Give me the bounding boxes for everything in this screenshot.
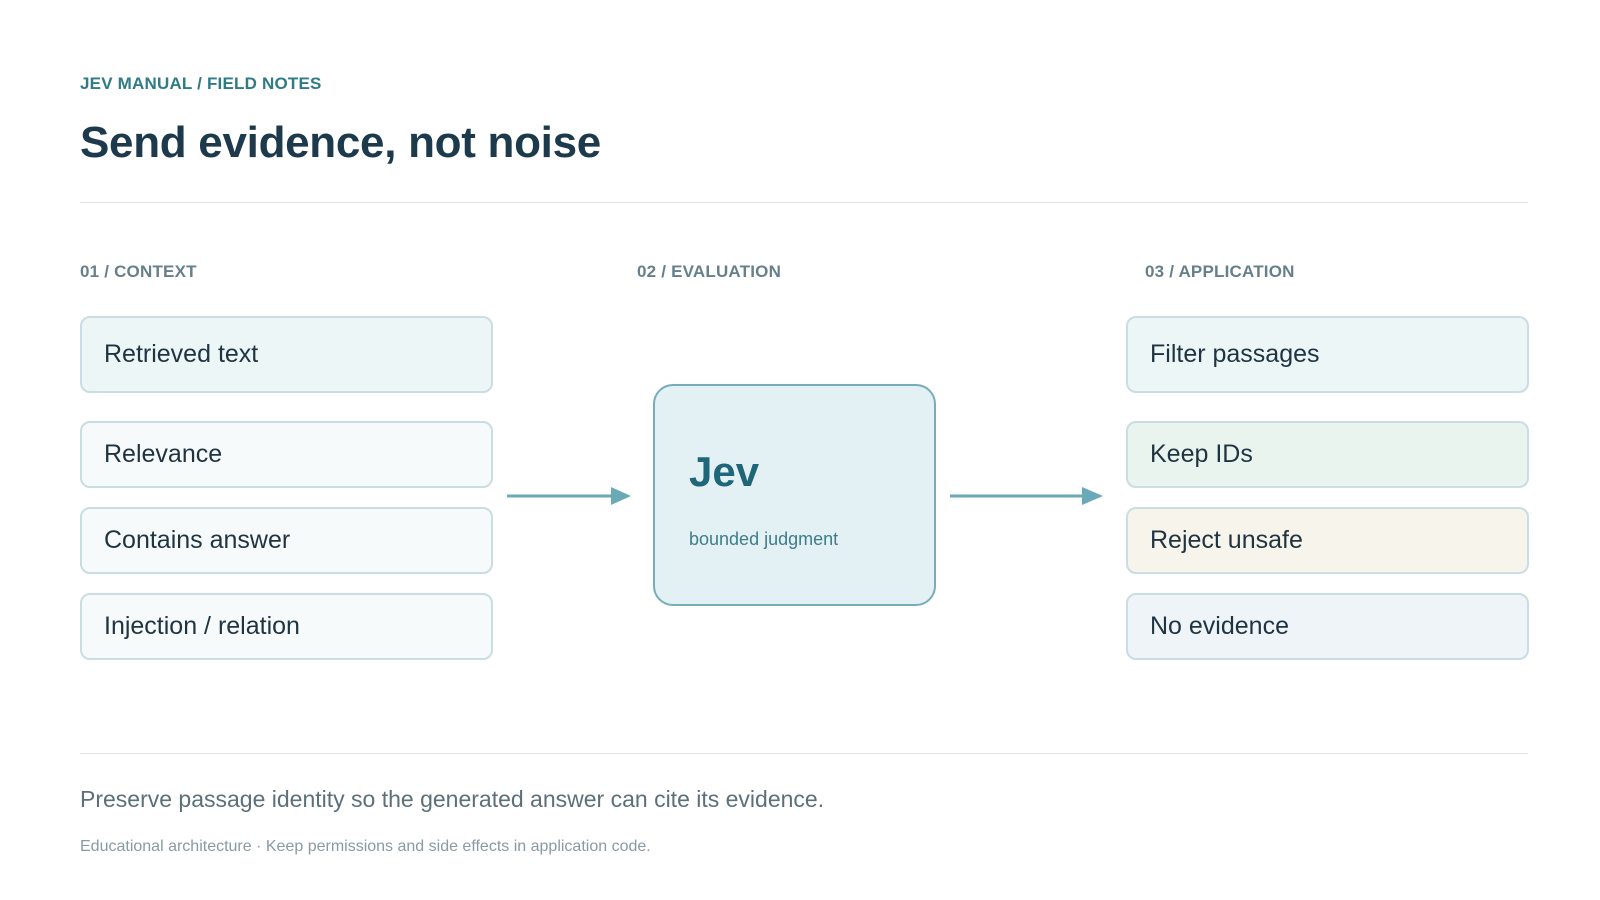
section-label-context: 01 / CONTEXT <box>80 262 197 281</box>
application-box-no-evidence: No evidence <box>1126 593 1529 660</box>
context-box-label: Injection / relation <box>104 612 300 640</box>
context-box-injection-relation: Injection / relation <box>80 593 493 660</box>
context-box-label: Relevance <box>104 440 223 468</box>
evaluation-node-title: Jev <box>689 448 760 495</box>
application-box-label: No evidence <box>1150 612 1289 640</box>
context-box-label: Contains answer <box>104 526 291 554</box>
application-box-label: Filter passages <box>1150 340 1320 368</box>
footer-caption: Preserve passage identity so the generat… <box>80 786 825 812</box>
application-box-keep-ids: Keep IDs <box>1126 421 1529 488</box>
eyebrow-label: JEV MANUAL / FIELD NOTES <box>80 74 322 93</box>
top-divider <box>80 202 1528 203</box>
arrow-right-icon <box>950 487 1103 505</box>
evaluation-node: Jev bounded judgment <box>653 384 936 606</box>
page-title: Send evidence, not noise <box>80 118 601 167</box>
application-box-label: Keep IDs <box>1150 440 1253 468</box>
evaluation-node-subtitle: bounded judgment <box>689 529 839 549</box>
application-box-filter-passages: Filter passages <box>1126 316 1529 393</box>
application-box-label: Reject unsafe <box>1150 526 1303 554</box>
context-box-label: Retrieved text <box>104 340 259 368</box>
footer-note: Educational architecture · Keep permissi… <box>80 838 651 855</box>
bottom-divider <box>80 753 1528 754</box>
arrow-right-icon <box>507 487 631 505</box>
context-box-retrieved-text: Retrieved text <box>80 316 493 393</box>
section-label-application: 03 / APPLICATION <box>1145 262 1295 281</box>
slide: JEV MANUAL / FIELD NOTES Send evidence, … <box>0 0 1600 900</box>
context-box-contains-answer: Contains answer <box>80 507 493 574</box>
application-box-reject-unsafe: Reject unsafe <box>1126 507 1529 574</box>
section-label-evaluation: 02 / EVALUATION <box>637 262 782 281</box>
context-box-relevance: Relevance <box>80 421 493 488</box>
